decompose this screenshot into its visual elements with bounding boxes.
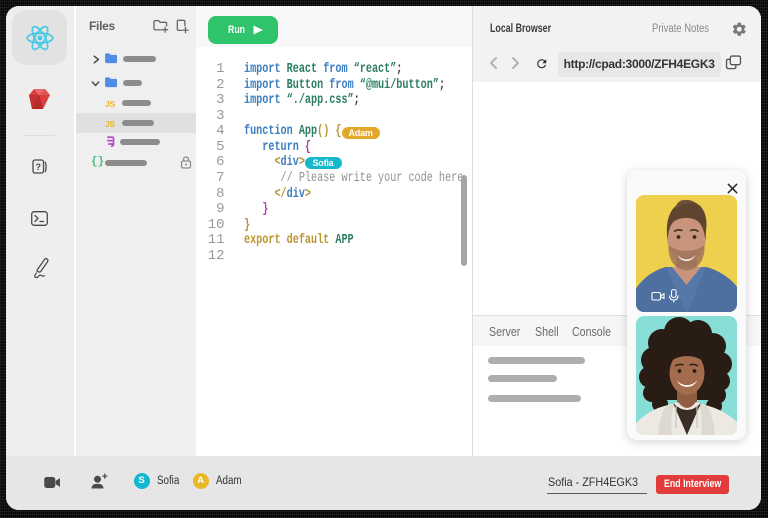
svg-text:?: ? xyxy=(35,162,41,172)
